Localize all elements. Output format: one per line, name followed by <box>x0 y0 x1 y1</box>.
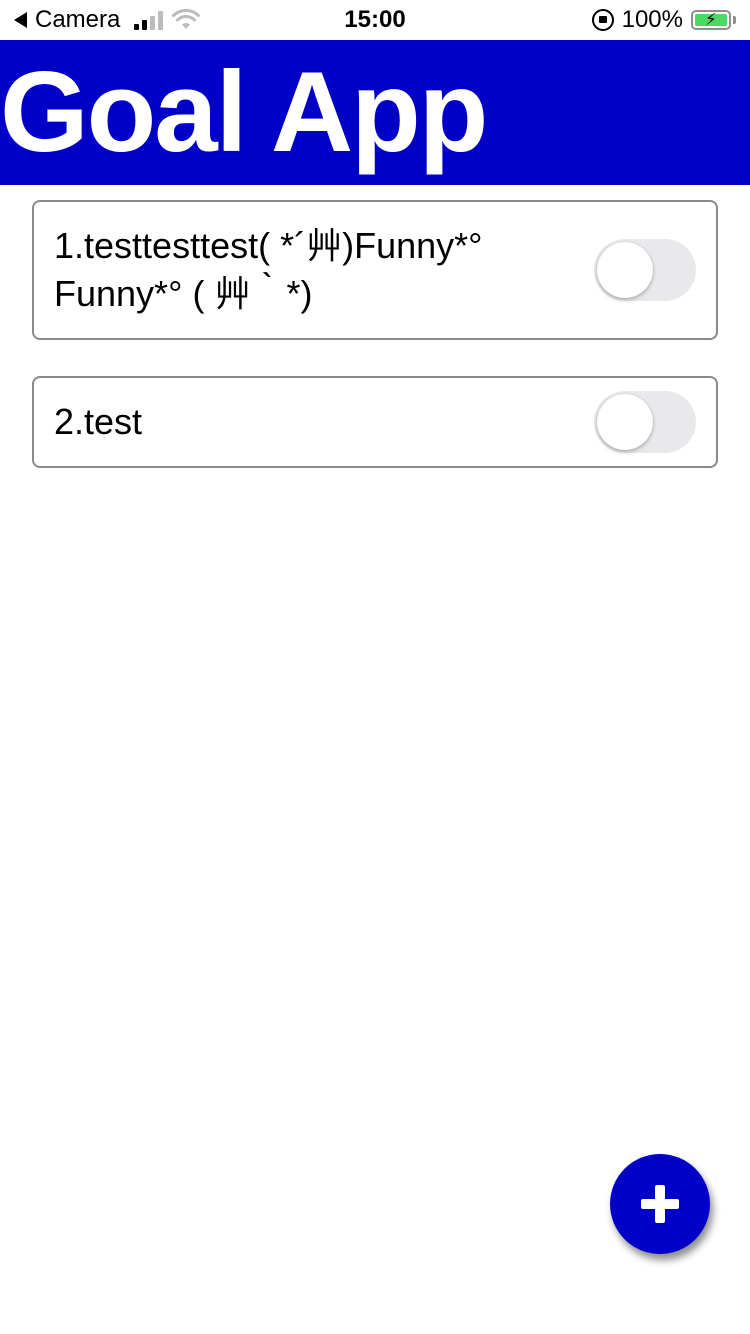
battery-icon: ⚡ <box>691 10 731 30</box>
status-bar: Camera 15:00 100% ⚡ <box>0 0 750 40</box>
toggle-knob <box>597 394 653 450</box>
goal-toggle[interactable] <box>594 239 696 301</box>
goal-text: 1.testtesttest( *´艸)Funny*° Funny*° ( 艸｀… <box>54 225 483 314</box>
toggle-knob <box>597 242 653 298</box>
goal-toggle[interactable] <box>594 391 696 453</box>
app-title: Goal App <box>0 49 488 176</box>
goal-item[interactable]: 1.testtesttest( *´艸)Funny*° Funny*° ( 艸｀… <box>32 200 718 340</box>
add-goal-button[interactable] <box>610 1154 710 1254</box>
orientation-lock-icon <box>591 9 614 31</box>
plus-icon-vertical <box>655 1185 665 1223</box>
charging-bolt-icon: ⚡ <box>705 10 717 29</box>
battery-percent: 100% <box>621 6 683 33</box>
battery-cap <box>733 16 736 24</box>
status-right: 100% ⚡ <box>591 0 736 40</box>
goal-item[interactable]: 2.test <box>32 376 718 468</box>
app-header: Goal App <box>0 40 750 185</box>
goal-text: 2.test <box>54 401 143 442</box>
